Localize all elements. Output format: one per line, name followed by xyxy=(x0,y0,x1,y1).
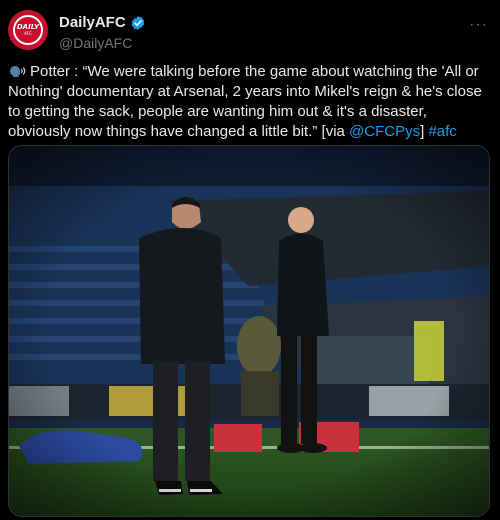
tweet-header: DAILY AFC DailyAFC @DailyAFC ··· xyxy=(8,10,490,54)
more-options-icon[interactable]: ··· xyxy=(469,16,488,34)
avatar[interactable]: DAILY AFC xyxy=(8,10,48,50)
handle[interactable]: @DailyAFC xyxy=(59,35,146,51)
avatar-text: DAILY xyxy=(16,23,40,31)
tweet-photo[interactable] xyxy=(8,145,490,517)
verified-badge-icon xyxy=(131,15,145,30)
display-name-row[interactable]: DailyAFC xyxy=(59,14,146,31)
avatar-subtext: AFC xyxy=(24,31,32,36)
author-names: DailyAFC @DailyAFC xyxy=(59,14,146,51)
tweet-text: Potter : “We were talking before the gam… xyxy=(8,62,492,142)
display-name[interactable]: DailyAFC xyxy=(59,14,126,31)
stadium-photo xyxy=(9,146,489,516)
mention-link[interactable]: @CFCPys xyxy=(349,123,420,140)
speaking-head-icon xyxy=(10,66,26,77)
hashtag-link[interactable]: #afc xyxy=(428,123,456,140)
arsenal-logo-icon: DAILY AFC xyxy=(13,15,43,45)
